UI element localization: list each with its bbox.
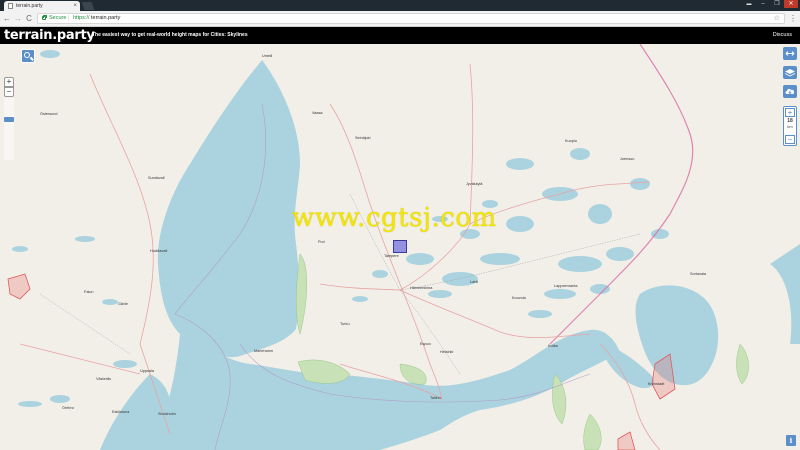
map-label: Örebro xyxy=(62,406,74,410)
url-scheme: https:// xyxy=(73,15,90,21)
map-label: Hudiksvall xyxy=(150,249,168,253)
search-button[interactable] xyxy=(21,49,35,63)
map-label: Uppsala xyxy=(140,369,154,373)
map-label: Seinäjoki xyxy=(355,136,371,140)
browser-tab-strip: terrain.party × ▬ – ❐ ✕ xyxy=(0,0,800,11)
browser-toolbar: ← → C Secure | https:// terrain.party ☆ … xyxy=(0,11,800,27)
increase-size-button[interactable]: + xyxy=(785,108,795,117)
heightmap-size-control: + 18 km − xyxy=(783,106,797,146)
app-header: terrain.party The easiest way to get rea… xyxy=(0,27,800,44)
tab-close-icon[interactable]: × xyxy=(73,1,77,11)
tagline: The easiest way to get real-world height… xyxy=(92,27,248,44)
map-label: Lahti xyxy=(470,280,479,284)
finnish-lakes xyxy=(352,148,669,318)
swedish-lakes xyxy=(12,50,137,407)
map-canvas[interactable]: Umeå Vaasa Seinäjoki Östersund Sundsvall… xyxy=(0,44,800,450)
heightmap-selection-box[interactable] xyxy=(393,240,407,253)
gulf-of-bothnia xyxy=(157,60,300,358)
reload-button[interactable]: C xyxy=(24,13,34,24)
map-label: Stockholm xyxy=(158,412,176,416)
map-label: Tampere xyxy=(384,254,399,258)
map-label: Sortavala xyxy=(690,272,707,276)
layers-button[interactable] xyxy=(783,66,797,79)
download-button[interactable] xyxy=(783,85,797,98)
map-label: Umeå xyxy=(262,54,273,58)
map-label: Kouvola xyxy=(512,296,526,300)
watermark: www.cgtsj.com xyxy=(292,203,497,233)
close-window-button[interactable]: ✕ xyxy=(784,0,798,8)
expand-icon xyxy=(785,51,795,56)
lock-icon[interactable] xyxy=(42,15,47,20)
map-label: Kronstadt xyxy=(648,382,665,386)
map-label: Pori xyxy=(318,240,325,244)
expand-button[interactable] xyxy=(783,47,797,60)
page-favicon-icon xyxy=(8,3,13,9)
lake-onega-edge xyxy=(770,244,800,344)
size-unit: km xyxy=(787,124,793,129)
secure-label: Secure xyxy=(49,15,67,21)
tab-title: terrain.party xyxy=(16,3,43,9)
map-label: Tallinn xyxy=(430,396,441,400)
map-label: Lappeenranta xyxy=(554,284,578,288)
tagline-game: Cities: Skylines xyxy=(210,32,248,38)
layers-icon xyxy=(784,69,796,77)
browser-tab[interactable]: terrain.party × xyxy=(4,1,80,11)
new-tab-button[interactable] xyxy=(81,2,95,10)
map-label: Eskilstuna xyxy=(112,410,130,414)
map-label: Helsinki xyxy=(440,350,454,354)
map-label: Espoo xyxy=(420,342,431,346)
address-bar[interactable]: Secure | https:// terrain.party ☆ xyxy=(37,13,785,24)
map-label: Sundsvall xyxy=(148,176,165,180)
map-label: Vaasa xyxy=(312,111,323,115)
decrease-size-button[interactable]: − xyxy=(785,135,795,144)
map-label: Västerås xyxy=(96,377,111,381)
map-label: Mariehamn xyxy=(254,349,273,353)
map-label: Jyväskylä xyxy=(466,182,483,186)
brand-title[interactable]: terrain.party xyxy=(4,27,95,44)
bookmark-star-icon[interactable]: ☆ xyxy=(774,14,780,23)
profile-icon[interactable]: ▬ xyxy=(742,0,756,8)
info-button[interactable]: i xyxy=(786,435,796,446)
discuss-link[interactable]: Discuss xyxy=(773,27,792,44)
minimize-window-button[interactable]: – xyxy=(756,0,770,8)
tagline-text: The easiest way to get real-world height… xyxy=(92,32,211,38)
maximize-window-button[interactable]: ❐ xyxy=(770,0,784,8)
url-host: terrain.party xyxy=(91,15,121,21)
lake-ladoga xyxy=(635,285,719,386)
zoom-slider-handle[interactable] xyxy=(4,116,14,122)
zoom-slider-track[interactable] xyxy=(4,98,14,160)
map-label: Östersund xyxy=(40,112,58,116)
search-icon-handle xyxy=(30,56,34,61)
map-label: Falun xyxy=(84,290,94,294)
cloud-download-icon xyxy=(785,88,795,95)
url-separator: | xyxy=(68,15,70,21)
zoom-out-button[interactable]: − xyxy=(4,87,14,97)
map-label: Turku xyxy=(340,322,350,326)
map-label: Hämeenlinna xyxy=(410,286,433,290)
map-label: Joensuu xyxy=(620,157,635,161)
map-label: Kuopio xyxy=(565,139,577,143)
browser-menu-icon[interactable]: ⋮ xyxy=(789,13,797,24)
map-label: Gävle xyxy=(118,302,128,306)
forward-button[interactable]: → xyxy=(13,13,23,24)
back-button[interactable]: ← xyxy=(2,13,12,24)
zoom-in-button[interactable]: + xyxy=(4,77,14,87)
map-label: Kotka xyxy=(548,344,558,348)
